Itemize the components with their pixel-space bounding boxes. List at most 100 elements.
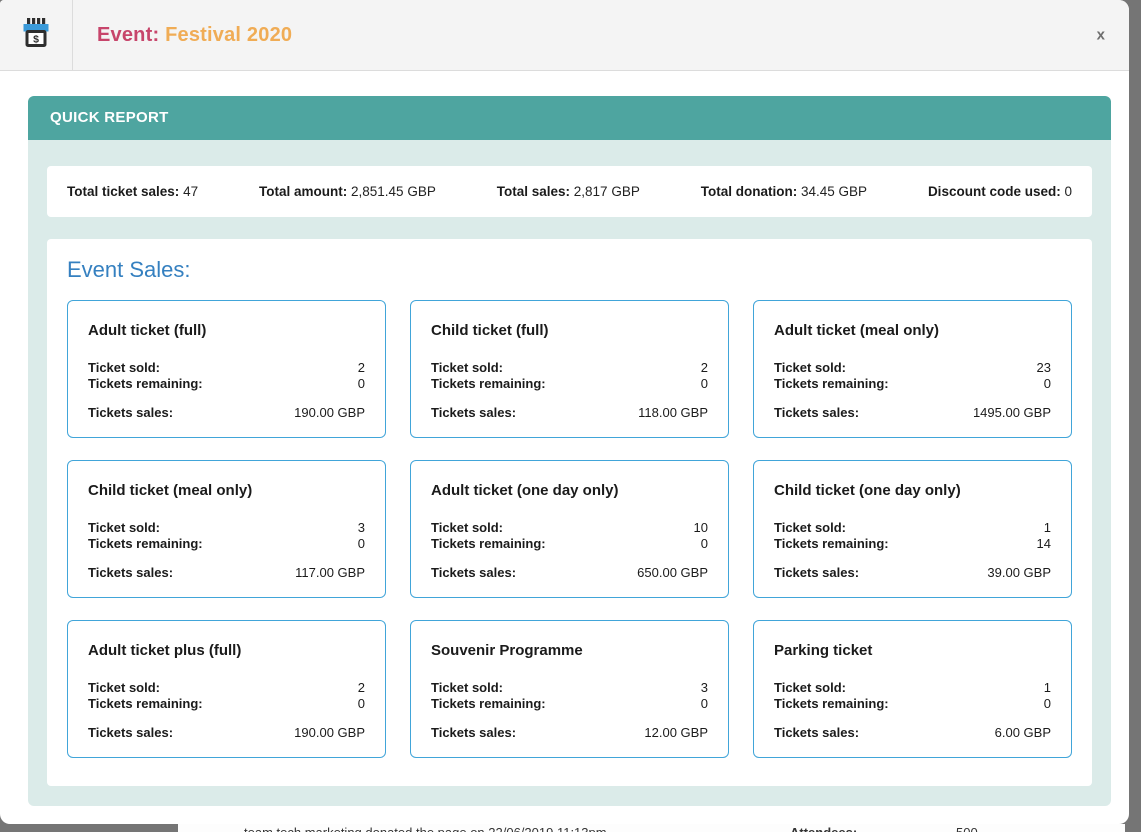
ticket-sold-row: Ticket sold: 3 — [88, 520, 365, 536]
stat-value: 2,817 GBP — [574, 184, 640, 199]
tickets-remaining-row: Tickets remaining: 14 — [774, 536, 1051, 552]
tickets-sales-row: Tickets sales: 12.00 GBP — [431, 725, 708, 741]
calendar-dollar-icon: $ — [18, 15, 54, 56]
ticket-sold-row: Ticket sold: 3 — [431, 680, 708, 696]
tickets-remaining-row: Tickets remaining: 0 — [88, 696, 365, 712]
title-prefix: Event: — [97, 24, 159, 46]
background-attendees-value: 500 — [956, 825, 978, 832]
tickets-sales-row: Tickets sales: 117.00 GBP — [88, 565, 365, 581]
ticket-card-title: Child ticket (one day only) — [774, 482, 1051, 499]
tickets-sales-value: 12.00 GBP — [644, 725, 708, 741]
tickets-sales-row: Tickets sales: 650.00 GBP — [431, 565, 708, 581]
ticket-card-title: Parking ticket — [774, 642, 1051, 659]
ticket-sold-value: 10 — [694, 520, 708, 536]
modal-title: Event: Festival 2020 — [97, 24, 292, 47]
ticket-card-adult-meal-only: Adult ticket (meal only) Ticket sold: 23… — [753, 300, 1072, 438]
background-page-strip: team tech marketing donated the page on … — [178, 824, 1125, 832]
title-event-name: Festival 2020 — [165, 24, 292, 46]
ticket-card-child-one-day: Child ticket (one day only) Ticket sold:… — [753, 460, 1072, 598]
tickets-remaining-row: Tickets remaining: 0 — [431, 696, 708, 712]
stat-total-sales: Total sales: 2,817 GBP — [497, 184, 640, 199]
ticket-card-souvenir-programme: Souvenir Programme Ticket sold: 3 Ticket… — [410, 620, 729, 758]
stat-discount-code-used: Discount code used: 0 — [928, 184, 1072, 199]
event-sales-heading: Event Sales: — [67, 257, 1072, 283]
tickets-remaining-value: 0 — [701, 696, 708, 712]
stat-value: 0 — [1064, 184, 1072, 199]
tickets-sales-value: 6.00 GBP — [995, 725, 1051, 741]
tickets-sales-value: 650.00 GBP — [637, 565, 708, 581]
tickets-remaining-value: 0 — [358, 376, 365, 392]
tickets-remaining-value: 0 — [701, 536, 708, 552]
tickets-sales-row: Tickets sales: 39.00 GBP — [774, 565, 1051, 581]
stat-total-amount: Total amount: 2,851.45 GBP — [259, 184, 436, 199]
tickets-remaining-value: 0 — [358, 536, 365, 552]
tickets-remaining-row: Tickets remaining: 0 — [88, 376, 365, 392]
ticket-card-title: Child ticket (meal only) — [88, 482, 365, 499]
close-button[interactable]: x — [1097, 28, 1105, 43]
stat-total-donation: Total donation: 34.45 GBP — [701, 184, 867, 199]
tickets-sales-row: Tickets sales: 1495.00 GBP — [774, 405, 1051, 421]
ticket-sold-value: 3 — [701, 680, 708, 696]
ticket-sold-row: Ticket sold: 2 — [431, 360, 708, 376]
ticket-sold-row: Ticket sold: 1 — [774, 680, 1051, 696]
event-icon-cell: $ — [0, 0, 73, 70]
ticket-card-parking: Parking ticket Ticket sold: 1 Tickets re… — [753, 620, 1072, 758]
tickets-remaining-value: 14 — [1037, 536, 1051, 552]
stat-label: Total sales: — [497, 184, 570, 199]
background-activity-note: team tech marketing donated the page on … — [244, 825, 607, 832]
ticket-card-title: Child ticket (full) — [431, 322, 708, 339]
ticket-sold-row: Ticket sold: 10 — [431, 520, 708, 536]
tickets-remaining-value: 0 — [358, 696, 365, 712]
ticket-card-adult-one-day: Adult ticket (one day only) Ticket sold:… — [410, 460, 729, 598]
ticket-sold-row: Ticket sold: 1 — [774, 520, 1051, 536]
svg-text:$: $ — [33, 33, 39, 45]
stat-value: 47 — [183, 184, 198, 199]
ticket-card-child-meal-only: Child ticket (meal only) Ticket sold: 3 … — [67, 460, 386, 598]
tickets-remaining-row: Tickets remaining: 0 — [774, 696, 1051, 712]
tickets-sales-value: 39.00 GBP — [987, 565, 1051, 581]
quick-report-section: QUICK REPORT Total ticket sales: 47 Tota… — [28, 96, 1111, 806]
tickets-sales-row: Tickets sales: 6.00 GBP — [774, 725, 1051, 741]
ticket-sold-value: 1 — [1044, 680, 1051, 696]
ticket-sold-row: Ticket sold: 2 — [88, 680, 365, 696]
tickets-sales-row: Tickets sales: 190.00 GBP — [88, 405, 365, 421]
ticket-sold-value: 3 — [358, 520, 365, 536]
stat-label: Discount code used: — [928, 184, 1061, 199]
ticket-sold-value: 1 — [1044, 520, 1051, 536]
ticket-card-adult-plus-full: Adult ticket plus (full) Ticket sold: 2 … — [67, 620, 386, 758]
tickets-sales-value: 190.00 GBP — [294, 725, 365, 741]
background-attendees-label: Attendees: — [790, 825, 857, 832]
tickets-sales-row: Tickets sales: 118.00 GBP — [431, 405, 708, 421]
ticket-sold-value: 2 — [701, 360, 708, 376]
tickets-remaining-row: Tickets remaining: 0 — [88, 536, 365, 552]
quick-report-body: Total ticket sales: 47 Total amount: 2,8… — [28, 140, 1111, 806]
ticket-card-title: Adult ticket (meal only) — [774, 322, 1051, 339]
stat-label: Total ticket sales: — [67, 184, 179, 199]
tickets-remaining-value: 0 — [701, 376, 708, 392]
modal-header: $ Event: Festival 2020 x — [0, 0, 1129, 71]
tickets-remaining-row: Tickets remaining: 0 — [431, 536, 708, 552]
tickets-remaining-row: Tickets remaining: 0 — [431, 376, 708, 392]
tickets-remaining-value: 0 — [1044, 696, 1051, 712]
tickets-remaining-value: 0 — [1044, 376, 1051, 392]
tickets-sales-row: Tickets sales: 190.00 GBP — [88, 725, 365, 741]
ticket-card-child-full: Child ticket (full) Ticket sold: 2 Ticke… — [410, 300, 729, 438]
ticket-card-title: Adult ticket (one day only) — [431, 482, 708, 499]
ticket-sold-value: 23 — [1037, 360, 1051, 376]
ticket-card-title: Adult ticket plus (full) — [88, 642, 365, 659]
background-page-content: team tech marketing donated the page on … — [178, 825, 1125, 832]
stat-value: 2,851.45 GBP — [351, 184, 436, 199]
tickets-remaining-row: Tickets remaining: 0 — [774, 376, 1051, 392]
stat-total-ticket-sales: Total ticket sales: 47 — [67, 184, 198, 199]
tickets-sales-value: 117.00 GBP — [295, 565, 365, 581]
event-sales-panel: Event Sales: Adult ticket (full) Ticket … — [47, 239, 1092, 786]
stat-label: Total amount: — [259, 184, 347, 199]
summary-bar: Total ticket sales: 47 Total amount: 2,8… — [47, 166, 1092, 217]
ticket-cards-grid: Adult ticket (full) Ticket sold: 2 Ticke… — [67, 300, 1072, 758]
tickets-sales-value: 190.00 GBP — [294, 405, 365, 421]
ticket-sold-value: 2 — [358, 680, 365, 696]
ticket-card-title: Souvenir Programme — [431, 642, 708, 659]
ticket-sold-row: Ticket sold: 2 — [88, 360, 365, 376]
ticket-card-title: Adult ticket (full) — [88, 322, 365, 339]
tickets-sales-value: 118.00 GBP — [638, 405, 708, 421]
